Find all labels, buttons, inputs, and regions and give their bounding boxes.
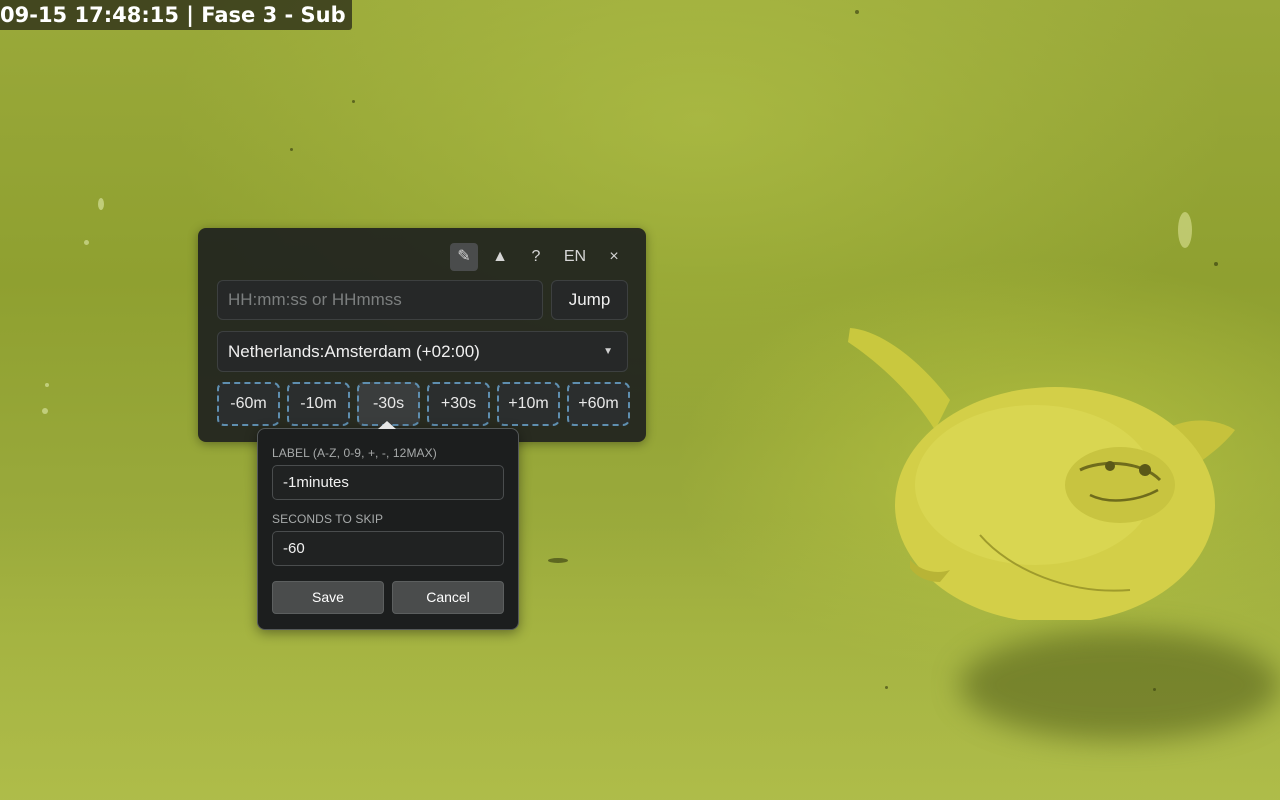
particle [98, 198, 104, 210]
particle [885, 686, 888, 689]
skip-button[interactable]: -10m [287, 382, 350, 426]
skip-button[interactable]: -60m [217, 382, 280, 426]
video-frame: 09-15 17:48:15 | Fase 3 - Sub ✎ ▲ ? EN ×… [0, 0, 1280, 800]
popover-arrow [378, 421, 396, 429]
label-field-heading: LABEL (A-Z, 0-9, +, -, 12MAX) [272, 446, 437, 460]
particle [1214, 262, 1218, 266]
label-input[interactable] [272, 465, 504, 500]
time-jump-panel: ✎ ▲ ? EN × Jump Netherlands:Amsterdam (+… [198, 228, 646, 442]
save-button[interactable]: Save [272, 581, 384, 614]
help-button[interactable]: ? [522, 243, 550, 271]
edit-skip-popover: LABEL (A-Z, 0-9, +, -, 12MAX) SECONDS TO… [257, 421, 519, 630]
skip-button-row: -60m -10m -30s +30s +10m +60m [217, 382, 630, 426]
particle [855, 10, 859, 14]
particle [352, 100, 355, 103]
close-icon[interactable]: × [600, 243, 628, 271]
seal-image [840, 320, 1260, 623]
particle [1178, 212, 1192, 248]
skip-button[interactable]: +60m [567, 382, 630, 426]
skip-button[interactable]: +10m [497, 382, 560, 426]
particle [84, 240, 89, 245]
collapse-up-icon[interactable]: ▲ [486, 243, 514, 271]
timezone-selected-value: Netherlands:Amsterdam (+02:00) [228, 342, 480, 361]
panel-toolbar: ✎ ▲ ? EN × [442, 243, 628, 271]
seconds-field-heading: SECONDS TO SKIP [272, 512, 384, 526]
time-input[interactable] [217, 280, 543, 320]
skip-button[interactable]: +30s [427, 382, 490, 426]
language-toggle[interactable]: EN [558, 243, 592, 271]
particle [45, 383, 49, 387]
particle [548, 558, 568, 563]
jump-button[interactable]: Jump [551, 280, 628, 320]
seconds-input[interactable] [272, 531, 504, 566]
seal-shadow [960, 630, 1280, 740]
particle [42, 408, 48, 414]
cancel-button[interactable]: Cancel [392, 581, 504, 614]
chevron-down-icon: ▼ [603, 346, 613, 357]
skip-button[interactable]: -30s [357, 382, 420, 426]
particle [290, 148, 293, 151]
video-timestamp: 09-15 17:48:15 | Fase 3 - Sub [0, 0, 352, 30]
timezone-select[interactable]: Netherlands:Amsterdam (+02:00) ▼ [217, 331, 628, 372]
edit-icon[interactable]: ✎ [450, 243, 478, 271]
